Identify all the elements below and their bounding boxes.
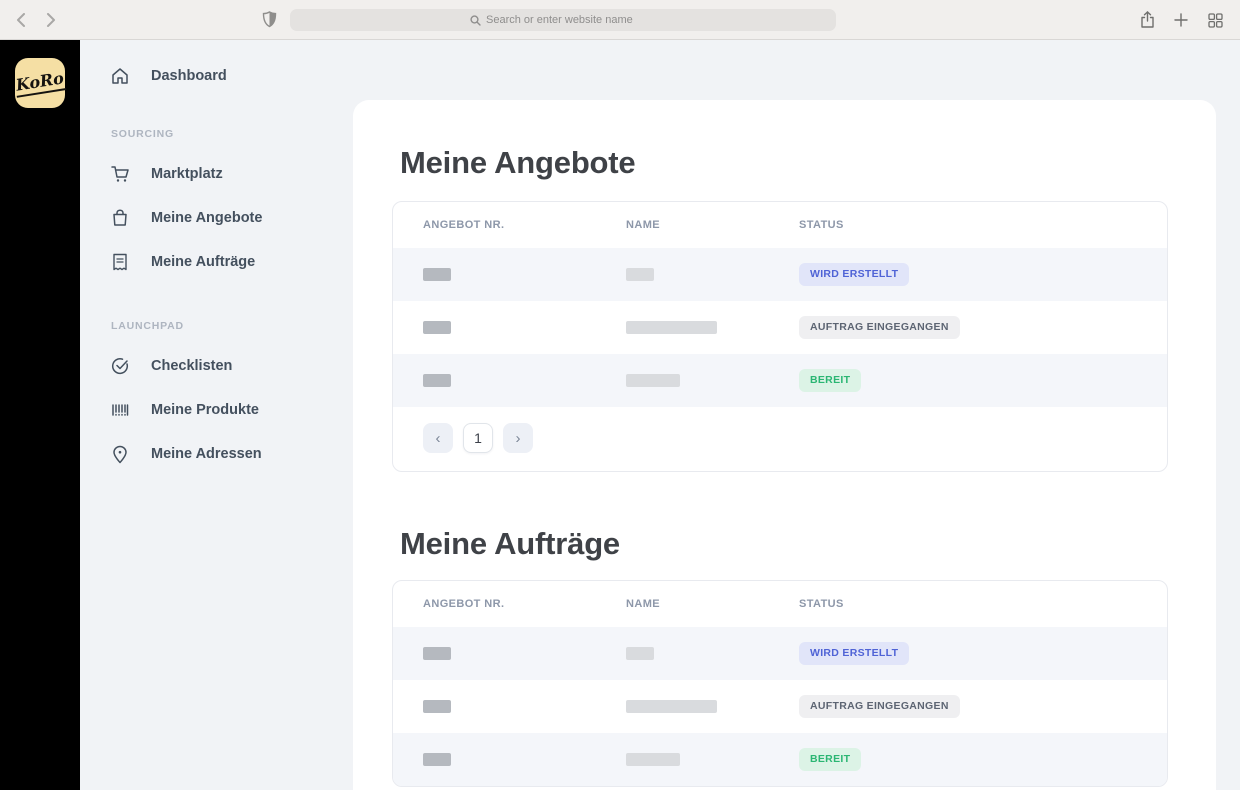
column-header-status: STATUS: [799, 219, 844, 231]
status-badge: AUFTRAG EINGEGANGEN: [799, 695, 960, 718]
status-badge: BEREIT: [799, 748, 862, 771]
sidebar-section-sourcing: SOURCING: [111, 128, 174, 140]
placeholder-bar: [423, 374, 451, 387]
sidebar-item-label: Meine Angebote: [151, 210, 263, 226]
sidebar-item-meine-auftraege[interactable]: Meine Aufträge: [80, 240, 353, 284]
chevron-left-icon: ‹: [435, 429, 441, 447]
sidebar-item-checklisten[interactable]: Checklisten: [80, 344, 353, 388]
table-row[interactable]: AUFTRAG EINGEGANGEN: [393, 680, 1167, 733]
search-icon: [470, 14, 481, 26]
column-header-name: NAME: [626, 598, 660, 610]
address-bar[interactable]: [290, 9, 836, 31]
status-badge: AUFTRAG EINGEGANGEN: [799, 316, 960, 339]
koro-logo[interactable]: KoRo: [13, 58, 67, 108]
sidebar-item-label: Marktplatz: [151, 166, 223, 182]
koro-logo-text: KoRo: [13, 68, 67, 98]
placeholder-bar: [423, 647, 451, 660]
auftraege-table: ANGEBOT NR. NAME STATUS WIRD ERSTELLT AU…: [392, 580, 1168, 787]
plus-icon: [1174, 13, 1188, 27]
column-header-name: NAME: [626, 219, 660, 231]
sidebar-section-launchpad: LAUNCHPAD: [111, 320, 184, 332]
column-header-angebot-nr: ANGEBOT NR.: [423, 598, 505, 610]
back-button[interactable]: [12, 11, 30, 29]
placeholder-bar: [423, 268, 451, 281]
placeholder-bar: [626, 321, 717, 334]
placeholder-bar: [423, 321, 451, 334]
table-header-row: ANGEBOT NR. NAME STATUS: [393, 202, 1167, 248]
home-icon: [110, 67, 130, 85]
sidebar-item-label: Meine Aufträge: [151, 254, 256, 270]
placeholder-bar: [626, 268, 654, 281]
clipboard-icon: [110, 253, 130, 271]
placeholder-bar: [626, 700, 717, 713]
status-badge: WIRD ERSTELLT: [799, 642, 910, 665]
brand-rail: KoRo: [0, 40, 80, 790]
table-header-row: ANGEBOT NR. NAME STATUS: [393, 581, 1167, 627]
browser-toolbar: [0, 0, 1240, 40]
placeholder-bar: [423, 700, 451, 713]
search-input[interactable]: [486, 14, 656, 26]
sidebar-item-label: Checklisten: [151, 358, 233, 374]
pagination-prev-button[interactable]: ‹: [423, 423, 453, 453]
sidebar-item-meine-angebote[interactable]: Meine Angebote: [80, 196, 353, 240]
barcode-icon: [110, 402, 130, 418]
status-badge: WIRD ERSTELLT: [799, 263, 910, 286]
forward-button[interactable]: [42, 11, 60, 29]
pagination-next-button[interactable]: ›: [503, 423, 533, 453]
column-header-angebot-nr: ANGEBOT NR.: [423, 219, 505, 231]
placeholder-bar: [626, 753, 680, 766]
main-content: Meine Angebote ANGEBOT NR. NAME STATUS W…: [353, 40, 1240, 790]
sidebar: Dashboard SOURCING Marktplatz Meine Ange…: [80, 40, 353, 790]
sidebar-item-label: Meine Adressen: [151, 446, 262, 462]
cart-icon: [110, 165, 130, 184]
table-row[interactable]: WIRD ERSTELLT: [393, 627, 1167, 680]
placeholder-bar: [626, 647, 654, 660]
tabs-grid-icon: [1207, 12, 1223, 28]
sidebar-item-label: Dashboard: [151, 68, 227, 84]
angebote-table: ANGEBOT NR. NAME STATUS WIRD ERSTELLT AU…: [392, 201, 1168, 472]
sidebar-item-meine-produkte[interactable]: Meine Produkte: [80, 388, 353, 432]
tab-overview-button[interactable]: [1206, 11, 1224, 29]
bag-icon: [110, 209, 130, 227]
sidebar-item-label: Meine Produkte: [151, 402, 259, 418]
sidebar-item-marktplatz[interactable]: Marktplatz: [80, 152, 353, 196]
sidebar-item-dashboard[interactable]: Dashboard: [80, 54, 353, 98]
chevron-right-icon: ›: [515, 429, 521, 447]
privacy-shield-icon[interactable]: [262, 11, 277, 28]
status-badge: BEREIT: [799, 369, 862, 392]
share-button[interactable]: [1138, 11, 1156, 29]
section-title-meine-auftraege: Meine Aufträge: [400, 526, 620, 561]
share-icon: [1140, 11, 1155, 29]
check-circle-icon: [110, 357, 130, 375]
placeholder-bar: [423, 753, 451, 766]
section-title-meine-angebote: Meine Angebote: [400, 145, 636, 180]
sidebar-item-meine-adressen[interactable]: Meine Adressen: [80, 432, 353, 476]
pagination: ‹ 1 ›: [393, 407, 1167, 471]
table-row[interactable]: AUFTRAG EINGEGANGEN: [393, 301, 1167, 354]
map-pin-icon: [110, 445, 130, 464]
content-card: Meine Angebote ANGEBOT NR. NAME STATUS W…: [353, 100, 1216, 790]
new-tab-button[interactable]: [1172, 11, 1190, 29]
placeholder-bar: [626, 374, 680, 387]
table-row[interactable]: WIRD ERSTELLT: [393, 248, 1167, 301]
table-row[interactable]: BEREIT: [393, 354, 1167, 407]
browser-window: KoRo Dashboard SOURCING Marktplatz Meine…: [0, 0, 1240, 790]
chevron-left-icon: [16, 12, 26, 27]
pagination-page-1-button[interactable]: 1: [463, 423, 493, 453]
chevron-right-icon: [46, 12, 56, 27]
column-header-status: STATUS: [799, 598, 844, 610]
table-row[interactable]: BEREIT: [393, 733, 1167, 786]
